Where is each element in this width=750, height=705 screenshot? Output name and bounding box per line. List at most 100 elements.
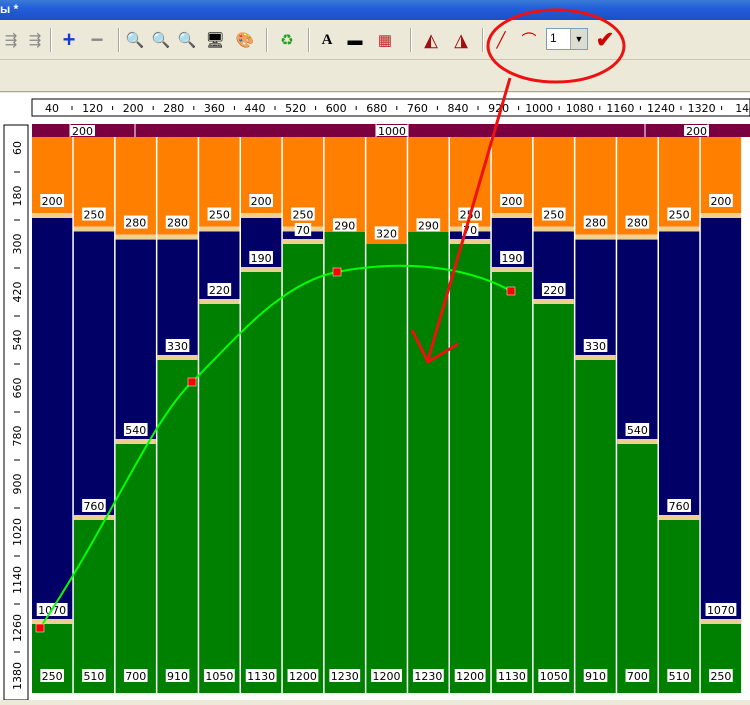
column-divider xyxy=(241,267,282,272)
top-ruler-label: 1080 xyxy=(566,102,594,115)
column-top-label: 200 xyxy=(251,195,272,208)
column-bottom-label: 1130 xyxy=(247,670,275,683)
column-bottom-segment xyxy=(157,360,198,693)
zoom-fit-icon[interactable]: 🔍 xyxy=(176,29,198,51)
column-top-label: 280 xyxy=(125,217,146,230)
line-icon[interactable]: ╱ xyxy=(490,29,512,51)
column-top-label: 250 xyxy=(543,209,564,222)
align-left-icon[interactable]: ⇶ xyxy=(0,29,22,51)
column-top-label: 250 xyxy=(669,209,690,222)
mirror-icon[interactable]: ◭ xyxy=(420,29,442,51)
column-divider xyxy=(575,355,616,360)
text-icon[interactable]: A xyxy=(316,29,338,51)
top-ruler-label: 760 xyxy=(407,102,428,115)
column-divider xyxy=(659,226,700,232)
top-ruler-label: 1320 xyxy=(688,102,716,115)
column-bottom-label: 510 xyxy=(83,670,104,683)
top-ruler-label: 360 xyxy=(204,102,225,115)
column-bottom-segment xyxy=(241,272,282,693)
secondary-toolbar xyxy=(0,60,750,92)
column-bottom-label: 1230 xyxy=(414,670,442,683)
curve-degree-select[interactable]: 1 ▼ xyxy=(546,28,588,50)
column-mid-label: 70 xyxy=(463,224,477,237)
left-ruler-label: 60 xyxy=(11,141,24,155)
column-mid-label: 330 xyxy=(167,340,188,353)
column-top-label: 290 xyxy=(418,219,439,232)
column-mid-label: 540 xyxy=(125,424,146,437)
column-bottom-label: 1050 xyxy=(205,670,233,683)
column-bottom-label: 1200 xyxy=(373,670,401,683)
column-bottom-segment xyxy=(199,304,240,693)
left-ruler-label: 180 xyxy=(11,186,24,207)
curve-control-point xyxy=(187,377,197,387)
column-mid-label: 330 xyxy=(585,340,606,353)
column-divider xyxy=(491,267,533,272)
column-divider xyxy=(73,226,115,232)
chart-icon[interactable]: ▦ xyxy=(374,29,396,51)
top-ruler-label: 200 xyxy=(123,102,144,115)
toolbar-separator xyxy=(410,28,412,52)
column-bottom-label: 510 xyxy=(669,670,690,683)
column-mid-label: 190 xyxy=(251,252,272,265)
column-mid-segment xyxy=(659,231,700,520)
column-top-label: 200 xyxy=(42,195,63,208)
zoom-in-icon[interactable]: 🔍 xyxy=(124,29,146,51)
window-title: ы * xyxy=(0,2,19,16)
column-bottom-label: 1050 xyxy=(540,670,568,683)
column-divider xyxy=(617,439,658,444)
paint-icon[interactable]: 🎨 xyxy=(234,29,256,51)
column-bottom-label: 700 xyxy=(627,670,648,683)
minus-icon[interactable]: − xyxy=(86,29,108,51)
top-ruler-label: 1240 xyxy=(647,102,675,115)
left-ruler-label: 1020 xyxy=(11,518,24,546)
header-band-label: 1000 xyxy=(378,125,406,138)
column-mid-label: 220 xyxy=(543,284,564,297)
curve-icon[interactable]: ⌒ xyxy=(518,29,540,51)
column-divider xyxy=(32,213,73,218)
column-divider xyxy=(241,213,282,218)
recycle-icon[interactable]: ♻ xyxy=(276,29,298,51)
left-ruler-label: 660 xyxy=(11,378,24,399)
column-divider xyxy=(450,239,491,244)
column-bottom-segment xyxy=(366,244,407,693)
dropdown-icon[interactable]: ▼ xyxy=(570,29,587,49)
column-mid-segment xyxy=(617,239,658,444)
apply-check-icon[interactable]: ✔ xyxy=(594,29,616,51)
plus-icon[interactable]: + xyxy=(58,29,80,51)
column-mid-segment xyxy=(700,218,742,624)
column-divider xyxy=(700,213,742,218)
column-divider xyxy=(157,234,198,240)
column-bottom-segment xyxy=(617,444,658,693)
top-ruler-label: 280 xyxy=(163,102,184,115)
column-bottom-segment xyxy=(408,232,449,693)
top-ruler-label: 920 xyxy=(488,102,509,115)
left-ruler-label: 1260 xyxy=(11,614,24,642)
column-mid-label: 190 xyxy=(501,252,522,265)
ruler-icon[interactable]: ▬ xyxy=(344,29,366,51)
column-bottom-segment xyxy=(450,244,491,693)
stacked-column-chart: 40 120 200 280 360 440 520 600 680 760 840 920 1000 1… xyxy=(3,98,750,701)
top-ruler-label: 680 xyxy=(366,102,387,115)
column-bottom-segment xyxy=(533,304,574,693)
column-top-label: 250 xyxy=(292,209,313,222)
toolbar-separator xyxy=(50,28,52,52)
top-ruler-label: 14 xyxy=(735,102,749,115)
column-mid-label: 760 xyxy=(669,500,690,513)
split-icon[interactable]: ◮ xyxy=(450,29,472,51)
column-top-label: 200 xyxy=(501,195,522,208)
header-band-label: 200 xyxy=(686,125,707,138)
left-ruler-label: 300 xyxy=(11,234,24,255)
curve-control-point xyxy=(35,623,45,633)
column-divider xyxy=(282,239,324,244)
column-bottom-segment xyxy=(659,520,700,693)
top-ruler-label: 600 xyxy=(326,102,347,115)
top-ruler-label: 440 xyxy=(245,102,266,115)
column-mid-segment xyxy=(32,218,73,624)
left-ruler-label: 540 xyxy=(11,330,24,351)
align-right-icon[interactable]: ⇶ xyxy=(24,29,46,51)
monitor-icon[interactable]: 🖥 xyxy=(204,29,226,51)
column-bottom-label: 250 xyxy=(710,670,731,683)
column-divider xyxy=(533,299,574,304)
left-ruler-label: 420 xyxy=(11,282,24,303)
zoom-out-icon[interactable]: 🔍 xyxy=(150,29,172,51)
